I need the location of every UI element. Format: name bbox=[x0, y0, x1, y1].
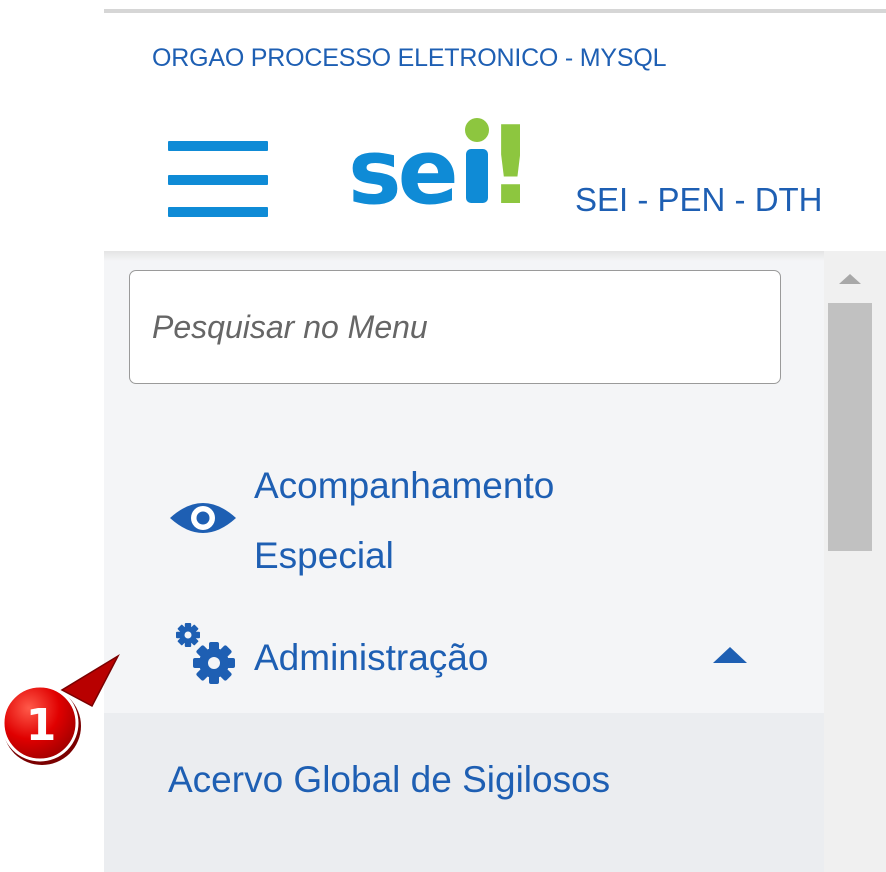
hamburger-bar bbox=[168, 141, 268, 151]
menu-search-box[interactable] bbox=[129, 270, 781, 384]
logo-i-stem bbox=[466, 149, 488, 203]
menu-search-input[interactable] bbox=[152, 307, 752, 347]
org-name: ORGAO PROCESSO ELETRONICO - MYSQL bbox=[152, 44, 667, 72]
header: ORGAO PROCESSO ELETRONICO - MYSQL se ! S… bbox=[104, 13, 886, 251]
menu-item-acompanhamento-especial[interactable]: Acompanhamento Especial bbox=[104, 451, 824, 591]
logo-text-se: se bbox=[348, 120, 455, 215]
callout-number: 1 bbox=[25, 700, 57, 751]
header-shadow bbox=[104, 251, 886, 261]
submenu-item-acervo-global-de-sigilosos[interactable]: Acervo Global de Sigilosos bbox=[104, 733, 824, 823]
logo-text-exclamation: ! bbox=[486, 105, 520, 215]
gears-icon bbox=[176, 623, 235, 684]
menu-item-administracao[interactable]: Administração bbox=[104, 619, 824, 699]
system-name: SEI - PEN - DTH bbox=[575, 181, 823, 218]
submenu-administracao: Acervo Global de Sigilosos bbox=[104, 713, 824, 872]
scrollbar-thumb[interactable] bbox=[828, 303, 872, 551]
hamburger-menu-button[interactable] bbox=[168, 139, 268, 221]
submenu-item-label: Acervo Global de Sigilosos bbox=[168, 759, 611, 800]
caret-up-icon[interactable] bbox=[710, 645, 750, 665]
menu-item-label: Especial bbox=[254, 535, 394, 576]
hamburger-bar bbox=[168, 207, 268, 217]
eye-icon bbox=[170, 503, 236, 533]
scroll-up-arrow-icon[interactable] bbox=[824, 267, 876, 291]
menu-item-label: Acompanhamento bbox=[254, 465, 555, 506]
menu-item-label: Administração bbox=[254, 637, 489, 678]
sidebar-scrollbar[interactable] bbox=[824, 251, 886, 872]
hamburger-bar bbox=[168, 175, 268, 185]
sei-logo[interactable]: se ! bbox=[348, 105, 520, 215]
sidebar-menu: Acompanhamento Especial bbox=[104, 251, 824, 872]
